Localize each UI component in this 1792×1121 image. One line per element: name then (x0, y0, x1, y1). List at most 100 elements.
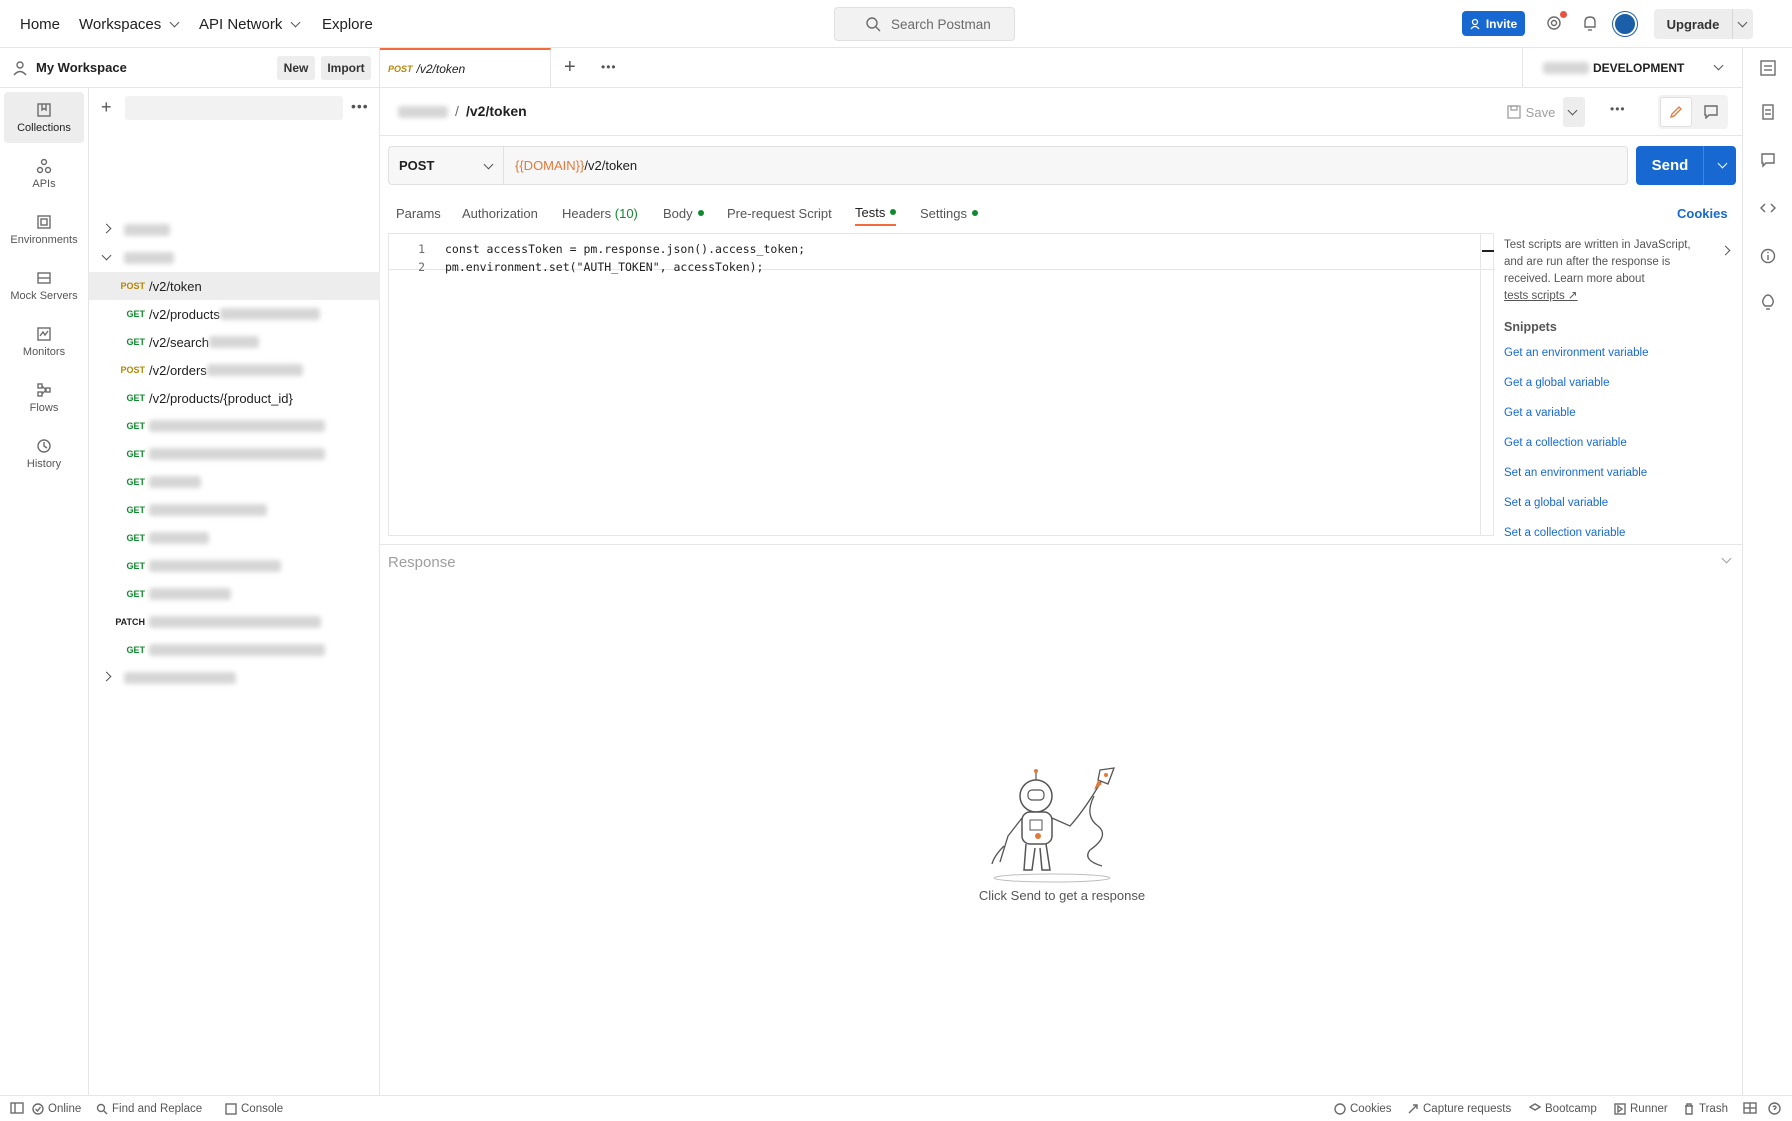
tab-prerequest-script[interactable]: Pre-request Script (727, 200, 832, 226)
sidebar-item-collections[interactable]: Collections (4, 92, 84, 143)
chevron-down-icon[interactable] (1717, 158, 1728, 169)
tree-folder[interactable] (89, 664, 380, 692)
sidebar-item-mock-servers[interactable]: Mock Servers (4, 260, 84, 311)
nav-home[interactable]: Home (20, 0, 60, 48)
more-icon[interactable]: ••• (601, 60, 617, 74)
tab-body[interactable]: Body (663, 200, 704, 226)
snippet-link[interactable]: Get a collection variable (1504, 437, 1627, 449)
tree-request[interactable]: GET (89, 524, 380, 552)
info-icon[interactable] (1760, 248, 1776, 264)
sidebar-toggle-icon[interactable] (10, 1102, 24, 1114)
lightbulb-icon[interactable] (1760, 294, 1776, 312)
runner-button[interactable]: Runner (1614, 1096, 1668, 1121)
tab-request[interactable]: POST /v2/token (380, 48, 551, 88)
tree-request[interactable]: GET (89, 468, 380, 496)
chevron-right-icon[interactable] (1720, 245, 1731, 256)
tree-request[interactable]: GET (89, 580, 380, 608)
online-status[interactable]: Online (32, 1096, 81, 1121)
bell-icon[interactable] (1580, 13, 1600, 36)
import-button[interactable]: Import (321, 56, 371, 80)
tree-request[interactable]: GET/v2/search (89, 328, 380, 356)
invite-button[interactable]: Invite (1462, 11, 1525, 36)
tree-request[interactable]: PATCH (89, 608, 380, 636)
cookies-button[interactable]: Cookies (1334, 1096, 1392, 1121)
tab-settings[interactable]: Settings (920, 200, 978, 226)
save-button[interactable]: Save (1501, 97, 1561, 127)
chevron-down-icon[interactable] (1721, 553, 1732, 564)
add-icon[interactable]: + (101, 98, 112, 116)
avatar[interactable] (1613, 12, 1637, 36)
tab-tests[interactable]: Tests (855, 200, 897, 226)
snippet-link[interactable]: Get an environment variable (1504, 347, 1648, 359)
settings-icon[interactable] (1544, 11, 1567, 36)
upgrade-button[interactable]: Upgrade (1654, 9, 1753, 39)
snippet-link[interactable]: Set a global variable (1504, 497, 1608, 509)
documentation-icon[interactable] (1760, 104, 1776, 120)
new-tab-icon[interactable]: + (564, 56, 576, 79)
nav-api-network[interactable]: API Network (199, 0, 301, 48)
cookies-link[interactable]: Cookies (1677, 200, 1728, 226)
tree-request[interactable]: GET/v2/products (89, 300, 380, 328)
nav-workspaces[interactable]: Workspaces (79, 0, 180, 48)
tree-request[interactable]: GET (89, 636, 380, 664)
tab-authorization[interactable]: Authorization (462, 200, 538, 226)
tab-headers[interactable]: Headers (10) (562, 200, 638, 226)
tree-folder[interactable] (89, 216, 380, 244)
environment-quicklook-icon[interactable] (1760, 60, 1776, 76)
tree-request[interactable]: GET (89, 552, 380, 580)
search-input[interactable]: Search Postman (834, 7, 1015, 41)
save-options-button[interactable] (1563, 97, 1585, 127)
url-input[interactable]: {{DOMAIN}}/v2/token (515, 158, 637, 173)
capture-requests-button[interactable]: Capture requests (1407, 1096, 1511, 1121)
environment-selector[interactable]: DEVELOPMENT (1522, 48, 1742, 88)
help-icon[interactable] (1768, 1102, 1781, 1115)
comment-icon[interactable] (1696, 97, 1726, 127)
snippet-link[interactable]: Set a collection variable (1504, 527, 1625, 536)
nav-explore[interactable]: Explore (322, 0, 373, 48)
chevron-down-icon (101, 250, 112, 260)
invite-label: Invite (1485, 16, 1518, 31)
find-replace-button[interactable]: Find and Replace (96, 1096, 202, 1121)
snippet-link[interactable]: Get a variable (1504, 407, 1576, 419)
tree-folder[interactable] (89, 244, 380, 272)
status-dot (697, 210, 704, 216)
comments-icon[interactable] (1760, 152, 1776, 168)
chevron-down-icon (483, 159, 494, 170)
sidebar-item-monitors[interactable]: Monitors (4, 316, 84, 367)
code-editor[interactable]: 1 const accessToken = pm.response.json()… (388, 233, 1495, 536)
tests-scripts-link[interactable]: tests scripts ↗ (1504, 288, 1578, 302)
new-button[interactable]: New (277, 56, 315, 80)
more-icon[interactable]: ••• (351, 98, 369, 114)
tab-params[interactable]: Params (396, 200, 441, 226)
redacted-text (149, 616, 321, 628)
tree-request[interactable]: POST/v2/orders (89, 356, 380, 384)
method-select[interactable]: POST (389, 147, 504, 184)
sidebar-item-environments[interactable]: Environments (4, 204, 84, 255)
bootcamp-button[interactable]: Bootcamp (1529, 1096, 1597, 1121)
code-icon[interactable] (1760, 200, 1776, 216)
redacted-text (208, 336, 259, 348)
send-button[interactable]: Send (1636, 146, 1736, 185)
workspace-name[interactable]: My Workspace (36, 60, 127, 75)
snippet-link[interactable]: Set an environment variable (1504, 467, 1647, 479)
upgrade-divider (1732, 9, 1733, 39)
collections-icon (37, 102, 51, 117)
tree-request[interactable]: POST/v2/token (89, 272, 380, 300)
sidebar-item-history[interactable]: History (4, 428, 84, 479)
edit-icon[interactable] (1660, 97, 1692, 127)
tree-request[interactable]: GET (89, 440, 380, 468)
sidebar-item-flows[interactable]: Flows (4, 372, 84, 423)
layout-icon[interactable] (1743, 1102, 1757, 1114)
console-button[interactable]: Console (225, 1096, 283, 1121)
chevron-down-icon[interactable] (1737, 17, 1748, 27)
breadcrumb-current[interactable]: /v2/token (466, 103, 527, 119)
snippet-link[interactable]: Get a global variable (1504, 377, 1609, 389)
right-sidebar (1742, 48, 1792, 1095)
tree-request[interactable]: GET/v2/products/{product_id} (89, 384, 380, 412)
trash-button[interactable]: Trash (1683, 1096, 1728, 1121)
sidebar-item-apis[interactable]: APIs (4, 148, 84, 199)
collection-search-input[interactable] (125, 96, 343, 120)
tree-request[interactable]: GET (89, 496, 380, 524)
more-icon[interactable]: ••• (1610, 102, 1626, 116)
tree-request[interactable]: GET (89, 412, 380, 440)
